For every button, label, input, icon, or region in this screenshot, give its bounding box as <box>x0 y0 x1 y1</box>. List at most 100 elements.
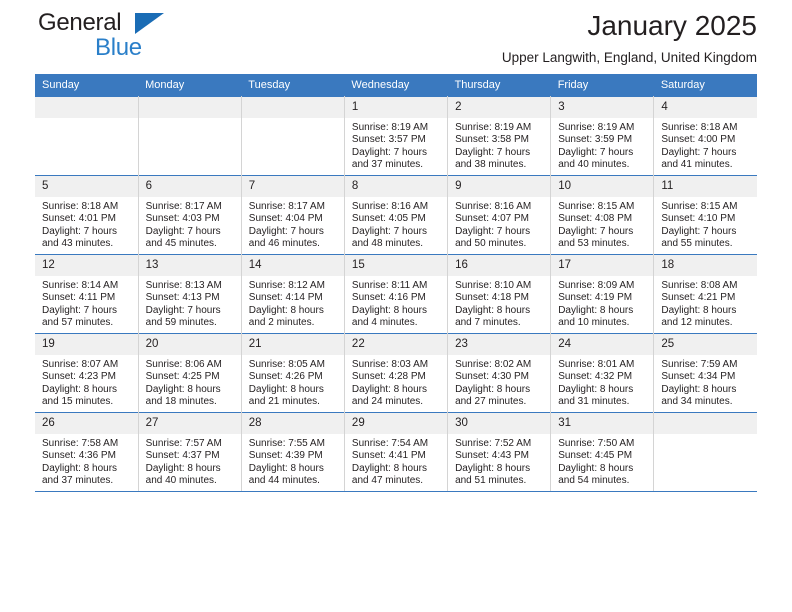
calendar-page: General Blue January 2025 Upper Langwith… <box>0 0 792 612</box>
sunrise-text: Sunrise: 8:14 AM <box>42 280 119 291</box>
page-header: General Blue January 2025 Upper Langwith… <box>35 0 757 74</box>
calendar-day-cell[interactable]: 28 Sunrise: 7:55 AM Sunset: 4:39 PM Dayligh… <box>241 412 345 492</box>
calendar-day-cell[interactable]: 4 Sunrise: 8:18 AM Sunset: 4:00 PM Daylight… <box>653 96 757 176</box>
day-sun-info: Sunrise: 8:13 AM Sunset: 4:13 PM Daylight:… <box>139 276 241 330</box>
day-sun-info: Sunrise: 7:57 AM Sunset: 4:37 PM Daylight:… <box>139 434 241 488</box>
logo-text-blue: Blue <box>95 34 142 61</box>
sunrise-text: Sunrise: 8:07 AM <box>42 359 119 370</box>
sunset-text: Sunset: 4:10 PM <box>661 213 736 225</box>
day-sun-info: Sunrise: 8:18 AM Sunset: 4:00 PM Daylight:… <box>654 118 757 172</box>
daylight-text-line2: and 54 minutes. <box>558 475 630 487</box>
calendar-day-cell[interactable]: 24 Sunrise: 8:01 AM Sunset: 4:32 PM Dayligh… <box>550 333 655 413</box>
calendar-day-cell[interactable]: 5 Sunrise: 8:18 AM Sunset: 4:01 PM Daylight… <box>35 175 139 255</box>
daylight-text-line2: and 43 minutes. <box>42 238 114 250</box>
daylight-text-line2: and 40 minutes. <box>145 475 217 487</box>
daylight-text-line2: and 41 minutes. <box>661 159 733 171</box>
calendar-day-cell[interactable]: 17 Sunrise: 8:09 AM Sunset: 4:19 PM Dayligh… <box>550 254 655 334</box>
day-number: 6 <box>138 176 241 197</box>
daylight-text-line2: and 38 minutes. <box>455 159 527 171</box>
daylight-text-line2: and 57 minutes. <box>42 317 114 329</box>
daylight-text-line2: and 40 minutes. <box>558 159 630 171</box>
daylight-text-line1: Daylight: 8 hours <box>145 462 221 474</box>
calendar-day-cell[interactable]: 20 Sunrise: 8:06 AM Sunset: 4:25 PM Dayligh… <box>138 333 242 413</box>
calendar-day-cell[interactable]: 18 Sunrise: 8:08 AM Sunset: 4:21 PM Dayligh… <box>653 254 757 334</box>
calendar-day-cell[interactable]: 23 Sunrise: 8:02 AM Sunset: 4:30 PM Dayligh… <box>447 333 552 413</box>
calendar-day-cell[interactable]: 25 Sunrise: 7:59 AM Sunset: 4:34 PM Dayligh… <box>653 333 757 413</box>
day-sun-info: Sunrise: 7:55 AM Sunset: 4:39 PM Daylight:… <box>242 434 344 488</box>
calendar-day-cell[interactable]: 10 Sunrise: 8:15 AM Sunset: 4:08 PM Dayligh… <box>550 175 655 255</box>
calendar-day-cell[interactable]: 3 Sunrise: 8:19 AM Sunset: 3:59 PM Daylight… <box>550 96 655 176</box>
daylight-text-line2: and 44 minutes. <box>248 475 320 487</box>
calendar-cell-empty <box>138 96 242 176</box>
daylight-text-line1: Daylight: 7 hours <box>42 304 118 316</box>
daylight-text-line1: Daylight: 8 hours <box>42 462 118 474</box>
sunset-text: Sunset: 4:32 PM <box>558 371 633 383</box>
day-number: 2 <box>448 97 551 118</box>
day-number: 31 <box>551 413 654 434</box>
calendar-day-cell[interactable]: 26 Sunrise: 7:58 AM Sunset: 4:36 PM Dayligh… <box>35 412 139 492</box>
sunset-text: Sunset: 4:19 PM <box>558 292 633 304</box>
calendar-day-cell[interactable]: 2 Sunrise: 8:19 AM Sunset: 3:58 PM Daylight… <box>447 96 552 176</box>
calendar-day-cell[interactable]: 21 Sunrise: 8:05 AM Sunset: 4:26 PM Dayligh… <box>241 333 345 413</box>
day-sun-info: Sunrise: 8:10 AM Sunset: 4:18 PM Daylight:… <box>448 276 550 330</box>
daylight-text-line2: and 51 minutes. <box>455 475 527 487</box>
daylight-text-line1: Daylight: 7 hours <box>351 225 427 237</box>
day-sun-info: Sunrise: 7:52 AM Sunset: 4:43 PM Daylight:… <box>448 434 550 488</box>
day-number: 28 <box>241 413 344 434</box>
sunset-text: Sunset: 4:14 PM <box>248 292 323 304</box>
sunrise-text: Sunrise: 8:18 AM <box>661 122 738 133</box>
daylight-text-line1: Daylight: 7 hours <box>558 146 634 158</box>
calendar-day-cell[interactable]: 8 Sunrise: 8:16 AM Sunset: 4:05 PM Daylight… <box>344 175 449 255</box>
calendar-day-cell[interactable]: 11 Sunrise: 8:15 AM Sunset: 4:10 PM Dayligh… <box>653 175 757 255</box>
sunset-text: Sunset: 4:36 PM <box>42 450 116 462</box>
calendar-week-row: 19 Sunrise: 8:07 AM Sunset: 4:23 PM Dayligh… <box>35 333 757 413</box>
calendar-cell-empty <box>35 96 139 176</box>
day-number: 19 <box>35 334 138 355</box>
day-number: 27 <box>138 413 241 434</box>
day-sun-info: Sunrise: 8:16 AM Sunset: 4:05 PM Daylight:… <box>345 197 447 251</box>
sunset-text: Sunset: 4:21 PM <box>661 292 736 304</box>
day-sun-info: Sunrise: 8:19 AM Sunset: 3:57 PM Daylight:… <box>345 118 447 172</box>
daylight-text-line2: and 12 minutes. <box>661 317 733 329</box>
daylight-text-line1: Daylight: 7 hours <box>455 146 531 158</box>
calendar-day-cell[interactable]: 1 Sunrise: 8:19 AM Sunset: 3:57 PM Daylight… <box>344 96 449 176</box>
sunset-text: Sunset: 4:04 PM <box>248 213 323 225</box>
calendar-day-cell[interactable]: 13 Sunrise: 8:13 AM Sunset: 4:13 PM Dayligh… <box>138 254 242 334</box>
calendar-day-cell[interactable]: 29 Sunrise: 7:54 AM Sunset: 4:41 PM Dayligh… <box>344 412 449 492</box>
calendar-day-cell[interactable]: 27 Sunrise: 7:57 AM Sunset: 4:37 PM Dayligh… <box>138 412 242 492</box>
calendar-day-cell[interactable]: 7 Sunrise: 8:17 AM Sunset: 4:04 PM Daylight… <box>241 175 345 255</box>
day-sun-info: Sunrise: 8:07 AM Sunset: 4:23 PM Daylight:… <box>35 355 138 409</box>
sunrise-text: Sunrise: 7:50 AM <box>558 438 635 449</box>
sunrise-text: Sunrise: 7:57 AM <box>145 438 222 449</box>
day-number: 12 <box>35 255 138 276</box>
daylight-text-line1: Daylight: 8 hours <box>351 383 427 395</box>
calendar-day-cell[interactable]: 12 Sunrise: 8:14 AM Sunset: 4:11 PM Dayligh… <box>35 254 139 334</box>
day-number: 16 <box>448 255 551 276</box>
daylight-text-line2: and 45 minutes. <box>145 238 217 250</box>
day-number: 30 <box>448 413 551 434</box>
sunset-text: Sunset: 4:34 PM <box>661 371 736 383</box>
calendar-day-cell[interactable]: 22 Sunrise: 8:03 AM Sunset: 4:28 PM Dayligh… <box>344 333 449 413</box>
sunset-text: Sunset: 3:59 PM <box>558 134 633 146</box>
daylight-text-line2: and 37 minutes. <box>42 475 114 487</box>
calendar-day-cell[interactable]: 16 Sunrise: 8:10 AM Sunset: 4:18 PM Dayligh… <box>447 254 552 334</box>
daylight-text-line1: Daylight: 8 hours <box>455 383 531 395</box>
day-sun-info: Sunrise: 8:12 AM Sunset: 4:14 PM Daylight:… <box>242 276 344 330</box>
calendar-day-cell[interactable]: 6 Sunrise: 8:17 AM Sunset: 4:03 PM Daylight… <box>138 175 242 255</box>
day-sun-info: Sunrise: 7:59 AM Sunset: 4:34 PM Daylight:… <box>654 355 757 409</box>
general-blue-logo[interactable]: General Blue <box>38 10 238 66</box>
calendar-day-cell[interactable]: 30 Sunrise: 7:52 AM Sunset: 4:43 PM Dayligh… <box>447 412 552 492</box>
daylight-text-line2: and 4 minutes. <box>351 317 418 329</box>
calendar-day-cell[interactable]: 9 Sunrise: 8:16 AM Sunset: 4:07 PM Daylight… <box>447 175 552 255</box>
daylight-text-line1: Daylight: 7 hours <box>42 225 118 237</box>
calendar-day-cell[interactable]: 14 Sunrise: 8:12 AM Sunset: 4:14 PM Dayligh… <box>241 254 345 334</box>
calendar-day-cell[interactable]: 31 Sunrise: 7:50 AM Sunset: 4:45 PM Dayligh… <box>550 412 655 492</box>
day-sun-info: Sunrise: 8:08 AM Sunset: 4:21 PM Daylight:… <box>654 276 757 330</box>
calendar-day-cell[interactable]: 15 Sunrise: 8:11 AM Sunset: 4:16 PM Dayligh… <box>344 254 449 334</box>
day-number: 15 <box>344 255 448 276</box>
day-sun-info: Sunrise: 8:17 AM Sunset: 4:03 PM Daylight:… <box>139 197 241 251</box>
sunrise-text: Sunrise: 8:19 AM <box>558 122 635 133</box>
calendar-day-cell[interactable]: 19 Sunrise: 8:07 AM Sunset: 4:23 PM Dayligh… <box>35 333 139 413</box>
day-number <box>241 97 344 118</box>
daylight-text-line1: Daylight: 8 hours <box>145 383 221 395</box>
